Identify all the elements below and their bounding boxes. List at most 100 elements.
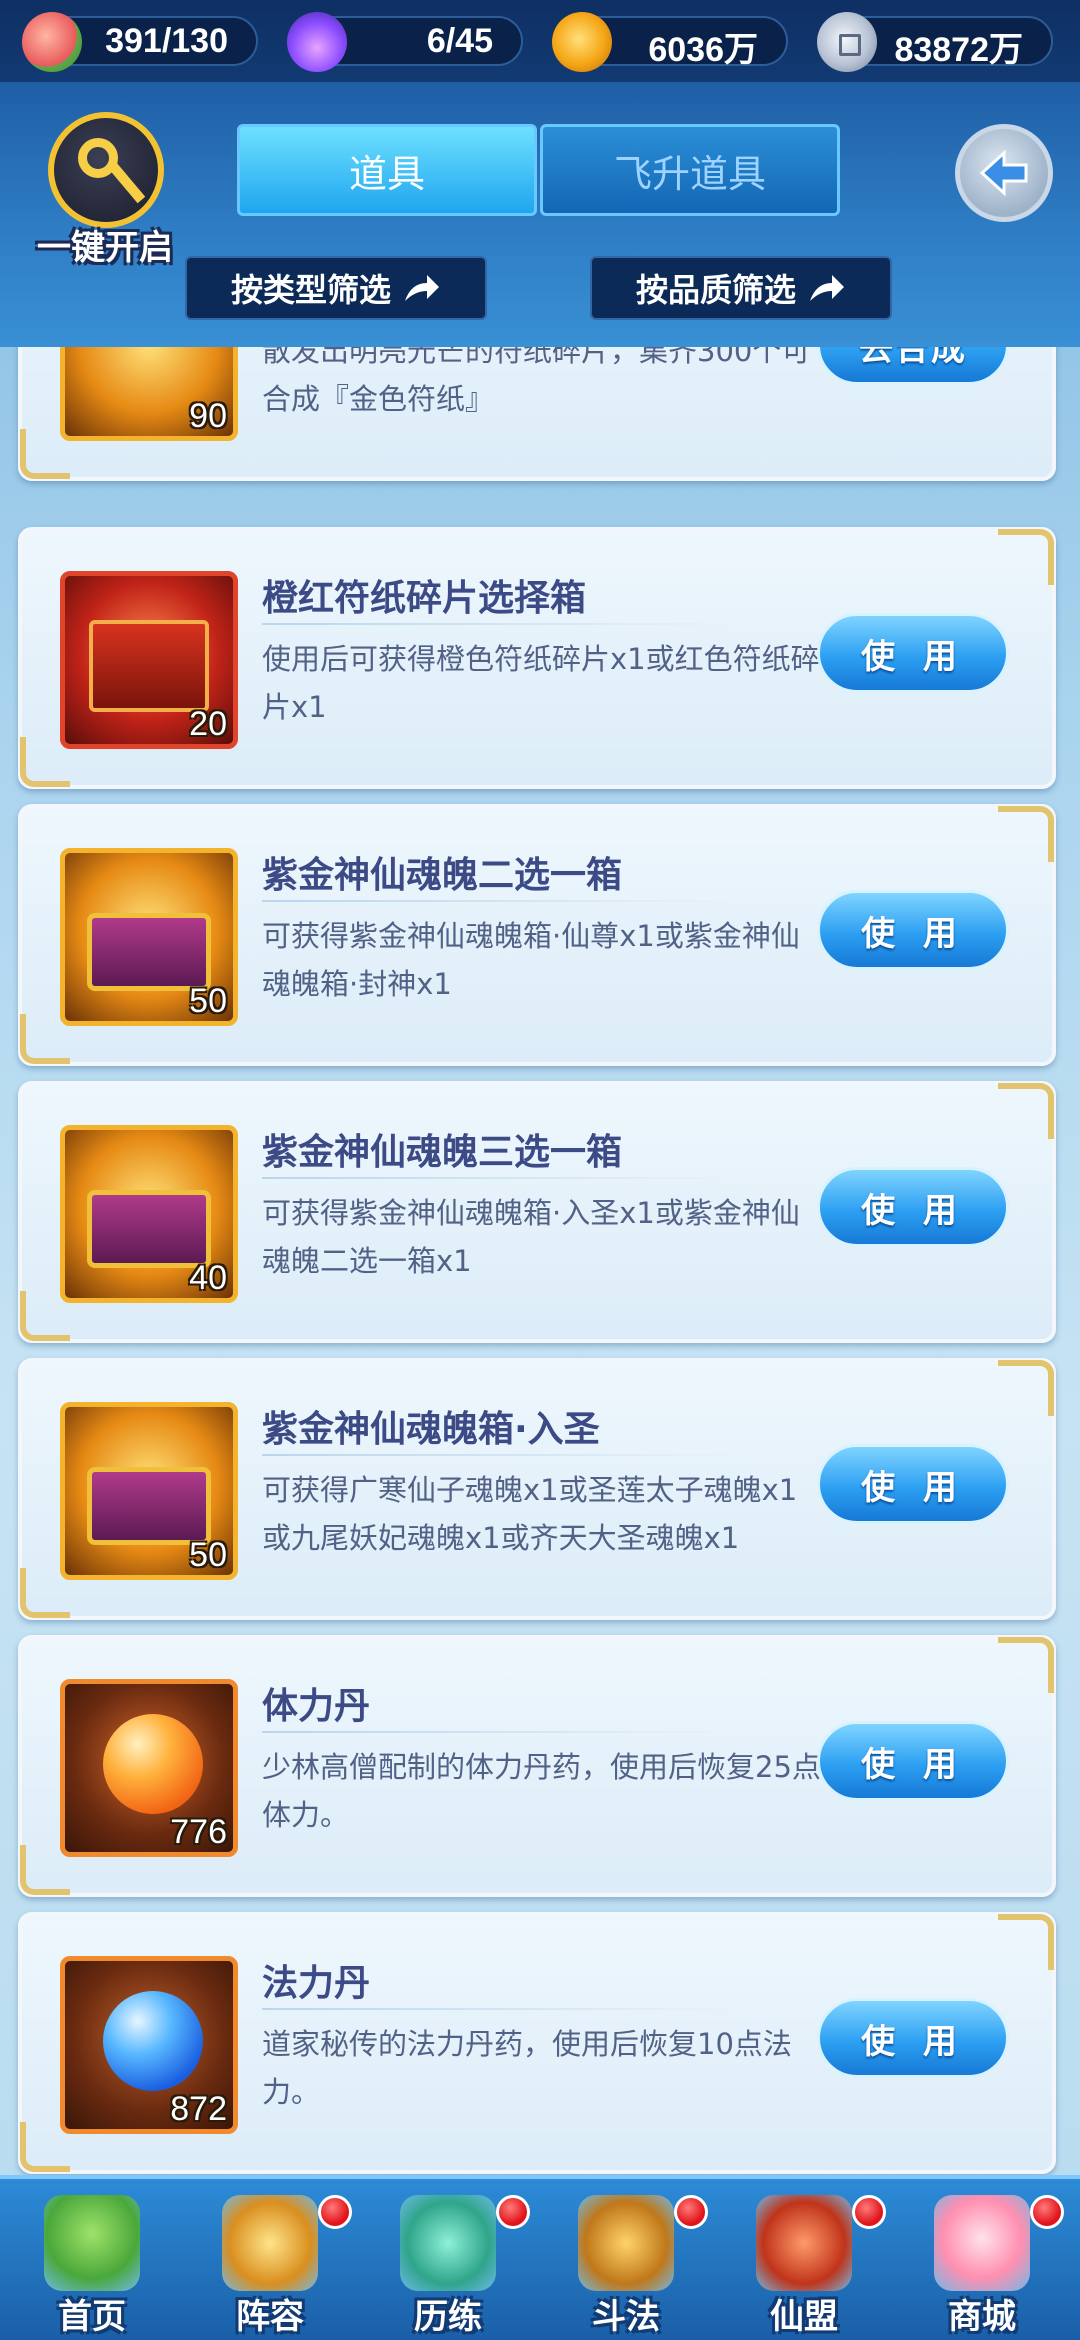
resource-spirit[interactable]: 6/45 [287, 12, 523, 72]
list-item: 20 橙红符纸碎片选择箱 使用后可获得橙色符纸碎片x1或红色符纸碎片x1 使 用 [18, 527, 1056, 789]
list-item: 50 紫金神仙魂魄二选一箱 可获得紫金神仙魂魄箱·仙尊x1或紫金神仙魂魄箱·封神… [18, 804, 1056, 1066]
purple-gold-chest-icon [87, 913, 211, 991]
resource-peach[interactable]: 391/130 [22, 12, 258, 72]
item-count: 40 [189, 1259, 227, 1297]
one-key-open-label: 一键开启 [37, 228, 173, 268]
tab-items[interactable]: 道具 [237, 124, 537, 216]
curved-arrow-icon [810, 275, 844, 301]
nav-item-training[interactable]: 历练 [360, 2185, 536, 2340]
item-thumbnail[interactable]: 50 [60, 1402, 238, 1580]
item-count: 776 [170, 1813, 227, 1851]
gold-corner-ornament [998, 1914, 1054, 1970]
back-button[interactable] [955, 124, 1053, 222]
item-thumbnail[interactable]: 40 [60, 1125, 238, 1303]
use-button[interactable]: 使 用 [817, 1167, 1009, 1247]
notification-dot [674, 2195, 708, 2229]
resource-bar: 391/130 6/45 6036万 83872万 [0, 0, 1080, 82]
battle-icon [578, 2195, 674, 2291]
use-button[interactable]: 使 用 [817, 1444, 1009, 1524]
list-item: 50 紫金神仙魂魄箱·入圣 可获得广寒仙子魂魄x1或圣莲太子魂魄x1或九尾妖妃魂… [18, 1358, 1056, 1620]
use-button[interactable]: 使 用 [817, 1721, 1009, 1801]
gold-corner-ornament [998, 1637, 1054, 1693]
item-description: 可获得广寒仙子魂魄x1或圣莲太子魂魄x1或九尾妖妃魂魄x1或齐天大圣魂魄x1 [262, 1473, 798, 1555]
resource-value: 6036万 [648, 31, 758, 69]
lineup-icon [222, 2195, 318, 2291]
nav-item-battle[interactable]: 斗法 [538, 2185, 714, 2340]
use-button[interactable]: 使 用 [817, 1998, 1009, 2078]
silver-coin-icon [817, 12, 877, 72]
shop-icon [934, 2195, 1030, 2291]
item-name: 紫金神仙魂魄箱·入圣 [262, 1409, 600, 1450]
bottom-nav: 首页 阵容 历练 斗法 仙盟 商城 [0, 2175, 1080, 2340]
nav-item-guild[interactable]: 仙盟 [716, 2185, 892, 2340]
filter-by-type-button[interactable]: 按类型筛选 [185, 256, 487, 320]
nav-label: 斗法 [592, 2297, 660, 2337]
training-icon [400, 2195, 496, 2291]
gold-ingot-icon [552, 12, 612, 72]
use-button[interactable]: 使 用 [817, 613, 1009, 693]
one-key-open-button[interactable]: 一键开启 [30, 112, 180, 268]
item-thumbnail[interactable]: 20 [60, 571, 238, 749]
item-description: 道家秘传的法力丹药，使用后恢复10点法力。 [262, 2027, 792, 2109]
red-chest-icon [89, 620, 209, 712]
resource-gold[interactable]: 6036万 [552, 12, 788, 72]
item-name: 橙红符纸碎片选择箱 [262, 578, 587, 619]
notification-dot [318, 2195, 352, 2229]
tab-ascension-items[interactable]: 飞升道具 [540, 124, 840, 216]
peach-icon [22, 12, 82, 72]
bag-header: 一键开启 道具 飞升道具 按类型筛选 按品质筛选 [0, 82, 1080, 347]
item-thumbnail[interactable]: 50 [60, 848, 238, 1026]
gold-corner-ornament [998, 806, 1054, 862]
item-count: 872 [170, 2090, 227, 2128]
purple-gold-chest-icon [87, 1190, 211, 1268]
nav-item-lineup[interactable]: 阵容 [182, 2185, 358, 2340]
notification-dot [496, 2195, 530, 2229]
nav-label: 历练 [414, 2297, 482, 2337]
list-item: 40 紫金神仙魂魄三选一箱 可获得紫金神仙魂魄箱·入圣x1或紫金神仙魂魄二选一箱… [18, 1081, 1056, 1343]
resource-value: 83872万 [894, 31, 1023, 69]
use-button[interactable]: 使 用 [817, 890, 1009, 970]
item-name: 法力丹 [262, 1963, 371, 2004]
item-name: 体力丹 [262, 1686, 371, 1727]
resource-value: 6/45 [426, 22, 493, 60]
compose-button[interactable]: 去合成 [817, 347, 1009, 385]
nav-item-home[interactable]: 首页 [4, 2185, 180, 2340]
notification-dot [1030, 2195, 1064, 2229]
resource-silver[interactable]: 83872万 [817, 12, 1053, 72]
item-name: 紫金神仙魂魄二选一箱 [262, 855, 623, 896]
stamina-pill-icon [103, 1714, 203, 1814]
item-count: 50 [189, 1536, 227, 1574]
item-count: 90 [189, 397, 227, 435]
gold-corner-ornament [998, 529, 1054, 585]
notification-dot [852, 2195, 886, 2229]
item-description: 散发出明亮光芒的符纸碎片，集齐300个可合成『金色符纸』 [262, 347, 811, 416]
list-item: 776 体力丹 少林高僧配制的体力丹药，使用后恢复25点体力。 使 用 [18, 1635, 1056, 1897]
item-description: 少林高僧配制的体力丹药，使用后恢复25点体力。 [262, 1750, 821, 1832]
purple-gold-chest-icon [87, 1467, 211, 1545]
item-description: 可获得紫金神仙魂魄箱·入圣x1或紫金神仙魂魄二选一箱x1 [262, 1196, 800, 1278]
curved-arrow-icon [405, 275, 439, 301]
guild-icon [756, 2195, 852, 2291]
nav-label: 商城 [948, 2297, 1016, 2337]
nav-label: 仙盟 [770, 2297, 838, 2337]
nav-item-shop[interactable]: 商城 [894, 2185, 1070, 2340]
mana-pill-icon [103, 1991, 203, 2091]
filter-by-type-label: 按类型筛选 [230, 271, 391, 309]
nav-label: 首页 [58, 2297, 126, 2337]
filter-by-quality-label: 按品质筛选 [635, 271, 796, 309]
item-thumbnail[interactable]: 872 [60, 1956, 238, 2134]
home-island-icon [44, 2195, 140, 2291]
item-list[interactable]: 90 散发出明亮光芒的符纸碎片，集齐300个可合成『金色符纸』 去合成 20 橙… [0, 347, 1080, 2175]
nav-label: 阵容 [236, 2297, 304, 2337]
item-count: 50 [189, 982, 227, 1020]
item-count: 20 [189, 705, 227, 743]
back-arrow-icon [979, 149, 1028, 197]
item-description: 使用后可获得橙色符纸碎片x1或红色符纸碎片x1 [262, 642, 820, 724]
gold-corner-ornament [998, 1083, 1054, 1139]
item-thumbnail[interactable]: 90 [60, 347, 238, 441]
filter-by-quality-button[interactable]: 按品质筛选 [590, 256, 892, 320]
list-item: 90 散发出明亮光芒的符纸碎片，集齐300个可合成『金色符纸』 去合成 [18, 347, 1056, 481]
item-name: 紫金神仙魂魄三选一箱 [262, 1132, 623, 1173]
gold-corner-ornament [998, 1360, 1054, 1416]
item-thumbnail[interactable]: 776 [60, 1679, 238, 1857]
